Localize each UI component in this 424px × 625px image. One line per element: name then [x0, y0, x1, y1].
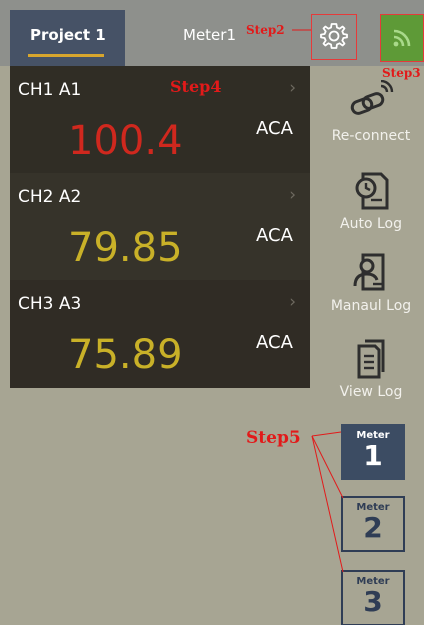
- meter-1-button[interactable]: Meter 1: [341, 424, 405, 480]
- manual-log-button[interactable]: Manaul Log: [318, 252, 424, 314]
- auto-log-button[interactable]: Auto Log: [318, 170, 424, 232]
- channel-label: CH1 A1: [18, 80, 82, 100]
- chevron-right-icon: ›: [289, 185, 296, 205]
- channel-value: 75.89: [68, 332, 183, 378]
- project-tab[interactable]: Project 1: [10, 10, 125, 66]
- step5-annotation: Step5: [246, 428, 301, 448]
- channel-unit: ACA: [256, 118, 293, 139]
- wifi-icon: [393, 29, 411, 47]
- meter-number: 3: [363, 585, 383, 618]
- channel-label: CH3 A3: [18, 294, 82, 314]
- settings-button[interactable]: [311, 14, 357, 60]
- meter-2-button[interactable]: Meter 2: [341, 496, 405, 552]
- reconnect-icon: [350, 80, 394, 115]
- step4-annotation: Step4: [170, 77, 222, 96]
- step2-annotation: Step2: [246, 23, 285, 37]
- manual-log-label: Manaul Log: [330, 298, 412, 314]
- channel-value: 100.4: [68, 118, 183, 164]
- step5-callout-line-1: [311, 431, 342, 437]
- meter-number: 2: [363, 511, 383, 544]
- channel-row-1[interactable]: CH1 A1 › ACA 100.4: [10, 66, 310, 173]
- channel-value: 79.85: [68, 225, 183, 271]
- channel-unit: ACA: [256, 225, 293, 246]
- step3-annotation: Step3: [382, 66, 421, 80]
- top-bar: Project 1 Meter1 Step2: [0, 0, 424, 66]
- step5-callout-line-3: [311, 435, 344, 573]
- chevron-right-icon: ›: [289, 78, 296, 98]
- auto-log-label: Auto Log: [340, 216, 402, 232]
- user-document-icon: [353, 253, 385, 291]
- clock-document-icon: [355, 172, 389, 210]
- app-window: Project 1 Meter1 Step2 Step3 CH1 A1 › AC…: [0, 0, 424, 625]
- meter-number: 1: [363, 439, 383, 472]
- gear-icon: [320, 23, 348, 49]
- document-icon: [357, 339, 385, 379]
- signal-button[interactable]: [380, 14, 424, 62]
- reconnect-button[interactable]: Re-connect: [318, 80, 424, 144]
- step5-callout-line-2: [311, 435, 344, 499]
- channel-row-2[interactable]: CH2 A2 › ACA 79.85: [10, 173, 310, 280]
- meter-title: Meter1: [183, 26, 236, 44]
- channel-panel: CH1 A1 › ACA 100.4 CH2 A2 › ACA 79.85 CH…: [10, 66, 310, 388]
- meter-3-button[interactable]: Meter 3: [341, 570, 405, 625]
- channel-unit: ACA: [256, 332, 293, 353]
- view-log-button[interactable]: View Log: [318, 338, 424, 400]
- project-tab-underline: [28, 54, 104, 57]
- channel-row-3[interactable]: CH3 A3 › ACA 75.89: [10, 280, 310, 387]
- channel-label: CH2 A2: [18, 187, 82, 207]
- chevron-right-icon: ›: [289, 292, 296, 312]
- view-log-label: View Log: [339, 384, 403, 400]
- project-tab-label: Project 1: [30, 26, 106, 44]
- reconnect-label: Re-connect: [331, 128, 411, 144]
